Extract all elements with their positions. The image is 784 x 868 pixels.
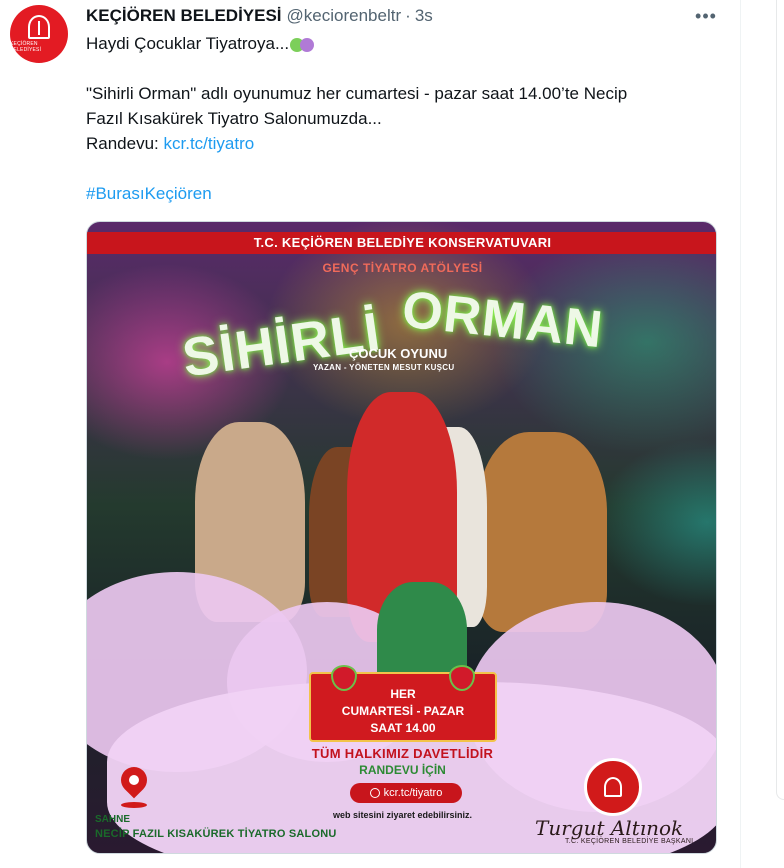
banner-line-3: SAAT 14.00 [370, 721, 436, 735]
avatar-logo-text: KEÇİÖREN BELEDİYESİ [10, 41, 42, 53]
globe-icon [369, 788, 380, 798]
avatar[interactable]: KEÇİÖREN BELEDİYESİ [10, 5, 68, 63]
poster-url: kcr.tc/tiyatro [383, 787, 443, 799]
poster-top-ribbon: T.C. KEÇİÖREN BELEDİYE KONSERVATUVARI [87, 232, 716, 254]
location-pin-base [121, 802, 147, 808]
poster-url-pill: kcr.tc/tiyatro [350, 783, 462, 803]
mayor-signature: Turgut Altınok [535, 816, 684, 840]
municipality-seal-icon [584, 758, 642, 816]
municipality-logo-icon [28, 15, 50, 39]
tweet-line-1-text: Haydi Çocuklar Tiyatroya... [86, 34, 290, 53]
tweet-text: Haydi Çocuklar Tiyatroya... "Sihirli Orm… [86, 31, 726, 206]
more-options-icon[interactable]: ••• [694, 6, 718, 26]
seal-mark [604, 777, 622, 797]
tweet-line-hashtag: #BurasıKeçiören [86, 181, 726, 206]
blank-line-2 [86, 156, 726, 181]
poster-venue-label: SAHNE [95, 814, 131, 825]
poster-author-line: YAZAN - YÖNETEN MESUT KUŞCU [313, 363, 455, 372]
randevu-label: Randevu: [86, 134, 164, 153]
tweet-line-2: "Sihirli Orman" adlı oyunumuz her cumart… [86, 84, 628, 103]
separator-dot: · [405, 6, 411, 25]
right-sidebar-edge [776, 0, 784, 800]
tweet-line-1: Haydi Çocuklar Tiyatroya... [86, 31, 726, 56]
poster-venue: NECİP FAZIL KISAKÜREK TİYATRO SALONU [95, 828, 337, 840]
tweet[interactable]: KEÇİÖREN BELEDİYESİ KEÇİÖREN BELEDİYESİ … [0, 0, 740, 868]
author-handle[interactable]: @keciorenbeltr [287, 6, 402, 26]
poster-title-word-1: SİHİRLİ [178, 301, 385, 389]
tweet-header: KEÇİÖREN BELEDİYESİ @keciorenbeltr · 3s [86, 6, 433, 26]
banner-line-2: CUMARTESİ - PAZAR [341, 704, 465, 718]
mayor-title: T.C. KEÇİÖREN BELEDİYE BAŞKANI [565, 838, 694, 845]
poster-workshop: GENÇ TİYATRO ATÖLYESİ [322, 261, 483, 275]
poster-subtitle: ÇOCUK OYUNU [349, 346, 448, 361]
theater-masks-emoji-icon-2 [300, 37, 315, 52]
column-divider [740, 0, 741, 868]
hashtag-link[interactable]: #BurasıKeçiören [86, 184, 212, 203]
tweet-timestamp[interactable]: 3s [415, 6, 433, 26]
tweet-line-3: Fazıl Kısakürek Tiyatro Salonumuzda... [86, 109, 382, 128]
author-name[interactable]: KEÇİÖREN BELEDİYESİ [86, 6, 282, 26]
poster-image[interactable]: T.C. KEÇİÖREN BELEDİYE KONSERVATUVARI GE… [86, 221, 717, 854]
tweet-line-randevu: Randevu: kcr.tc/tiyatro [86, 131, 726, 156]
tiyatro-link[interactable]: kcr.tc/tiyatro [164, 134, 255, 153]
